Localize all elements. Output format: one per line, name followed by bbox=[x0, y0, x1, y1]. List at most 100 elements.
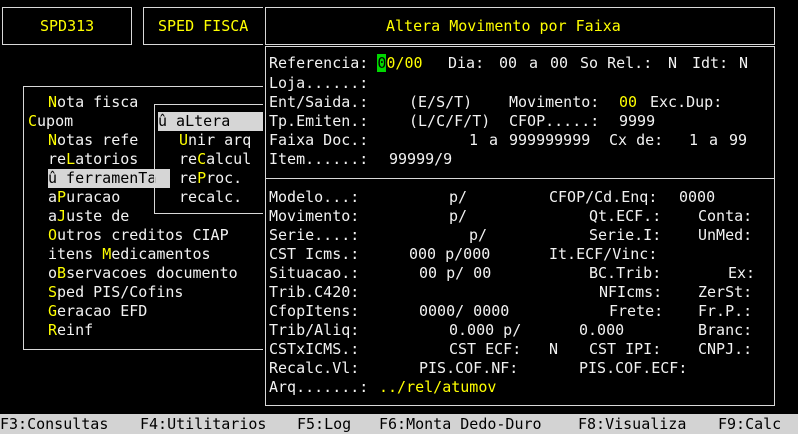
tools-submenu-item-2[interactable]: reCalcul bbox=[179, 150, 251, 169]
faixadoc-label: Faixa Doc.: bbox=[269, 131, 369, 149]
tribc420-label: Trib.C420: bbox=[269, 283, 360, 301]
main-menu-item-text: a bbox=[48, 188, 58, 206]
tools-submenu-item-3[interactable]: reProc. bbox=[179, 169, 242, 188]
dia-to-input[interactable]: 00 bbox=[550, 54, 568, 73]
main-menu-item-text: otas refe bbox=[57, 131, 139, 149]
entsaida-hint: (E/S/T) bbox=[409, 93, 473, 111]
main-menu-item-text: a bbox=[48, 207, 58, 225]
modelo-label: Modelo...: bbox=[269, 188, 360, 206]
tools-submenu-item-text: nir arq bbox=[188, 131, 252, 149]
tribaliq-input-1[interactable]: 0.000 p/ bbox=[449, 321, 521, 340]
idt-label: Idt: bbox=[692, 54, 729, 72]
csticms-label: CST Icms.: bbox=[269, 245, 360, 263]
tools-submenu-item-hotkey: C bbox=[197, 150, 207, 168]
main-menu-item-1[interactable]: Cupom bbox=[28, 112, 73, 131]
main-menu-item-text: edicamentos bbox=[111, 245, 211, 263]
recalcvl-label: Recalc.Vl: bbox=[269, 359, 360, 377]
conta-label: Conta: bbox=[698, 207, 753, 225]
main-menu-item-5[interactable]: aPuracao bbox=[48, 188, 120, 207]
fkey-f3[interactable]: F3:Consultas bbox=[0, 414, 108, 434]
main-menu-item-8[interactable]: itens Medicamentos bbox=[48, 245, 211, 264]
cfop-label: CFOP.....: bbox=[509, 112, 600, 130]
tpemiten-label: Tp.Emiten.: bbox=[269, 112, 369, 130]
main-menu-item-10[interactable]: Sped PIS/Cofins bbox=[48, 283, 183, 302]
situacao-input[interactable]: 00 p/ 00 bbox=[419, 264, 491, 283]
main-menu-item-hotkey: R bbox=[48, 321, 58, 339]
serie-label: Serie....: bbox=[269, 226, 360, 244]
arq-input[interactable]: ../rel/atumov bbox=[379, 378, 496, 397]
itecfvinc-label: It.ECF/Vinc: bbox=[549, 245, 658, 263]
cfop-input[interactable]: 9999 bbox=[619, 112, 655, 131]
sorel-input[interactable]: N bbox=[668, 54, 677, 73]
cstecf-input[interactable]: N bbox=[549, 340, 558, 359]
main-menu-item-hotkey: B bbox=[57, 264, 67, 282]
dialog-title: Altera Movimento por Faixa bbox=[386, 17, 621, 35]
piscofecf-label: PIS.COF.ECF: bbox=[579, 359, 688, 377]
program-code: SPD313 bbox=[40, 17, 95, 35]
dia-label: Dia: bbox=[448, 54, 485, 72]
faixadoc-a-label: a bbox=[489, 131, 499, 149]
referencia-input[interactable]: 0/00 bbox=[386, 54, 422, 72]
faixadoc-from-input[interactable]: 1 bbox=[469, 131, 478, 150]
frp-label: Fr.P.: bbox=[698, 302, 753, 320]
tribaliq-input-2[interactable]: 0.000 bbox=[579, 321, 624, 340]
movimento-input[interactable]: 00 bbox=[619, 93, 637, 112]
frete-label: Frete: bbox=[609, 302, 664, 320]
dia-a-label: a bbox=[529, 54, 539, 72]
main-menu-item-hotkey: N bbox=[48, 93, 58, 111]
cstxicms-label: CSTxICMS.: bbox=[269, 340, 360, 358]
fkey-f5[interactable]: F5:Log bbox=[297, 414, 351, 434]
fkey-f4[interactable]: F4:Utilitarios bbox=[140, 414, 266, 434]
main-menu-item-text: û ferramenTa bbox=[48, 169, 157, 187]
cx-to-input[interactable]: 99 bbox=[729, 131, 747, 150]
fkey-f8[interactable]: F8:Visualiza bbox=[578, 414, 686, 434]
cfopitens-input[interactable]: 0000/ 0000 bbox=[419, 302, 509, 321]
main-menu-item-hotkey: L bbox=[66, 150, 76, 168]
dia-from-input[interactable]: 00 bbox=[499, 54, 517, 73]
main-menu-item-text: ota fisca bbox=[57, 93, 139, 111]
faixadoc-to-input[interactable]: 999999999 bbox=[509, 131, 590, 150]
main-menu-item-hotkey: C bbox=[28, 112, 38, 130]
fkey-f9[interactable]: F9:Calc bbox=[718, 414, 781, 434]
main-menu-item-11[interactable]: Geracao EFD bbox=[48, 302, 147, 321]
movimento2-label: Movimento: bbox=[269, 207, 360, 225]
idt-input[interactable]: N bbox=[739, 54, 748, 73]
loja-label: Loja......: bbox=[269, 74, 369, 92]
main-menu-item-hotkey: J bbox=[57, 207, 67, 225]
unmed-label: UnMed: bbox=[698, 226, 753, 244]
main-menu-item-hotkey: O bbox=[48, 226, 58, 244]
movimento2-value[interactable]: p/ bbox=[449, 207, 467, 226]
system-title: SPED FISCA bbox=[158, 17, 249, 35]
cfopcdenq-label: CFOP/Cd.Enq: bbox=[549, 188, 658, 206]
tools-submenu-item-0[interactable]: û aLtera bbox=[158, 112, 264, 131]
item-label: Item......: bbox=[269, 150, 369, 168]
csticms-input[interactable]: 000 p/000 bbox=[409, 245, 490, 264]
main-menu-item-3[interactable]: reLatorios bbox=[48, 150, 138, 169]
cx-from-input[interactable]: 1 bbox=[689, 131, 698, 150]
modelo-value[interactable]: p/ bbox=[449, 188, 467, 207]
tools-submenu-item-1[interactable]: Unir arq bbox=[179, 131, 251, 150]
excdup-label: Exc.Dup: bbox=[650, 93, 723, 111]
ex-label: Ex: bbox=[728, 264, 756, 282]
main-menu-item-text: uracao bbox=[66, 188, 121, 206]
main-menu-item-9[interactable]: oBservacoes documento bbox=[48, 264, 238, 283]
cnpj-label: CNPJ.: bbox=[698, 340, 753, 358]
tools-submenu-item-text: roc. bbox=[206, 169, 243, 187]
main-menu-item-2[interactable]: Notas refe bbox=[48, 131, 138, 150]
main-menu-item-7[interactable]: Outros creditos CIAP bbox=[48, 226, 229, 245]
serie-value[interactable]: p/ bbox=[469, 226, 487, 245]
tools-submenu-item-4[interactable]: recalc. bbox=[179, 188, 242, 207]
main-menu-item-12[interactable]: Reinf bbox=[48, 321, 93, 340]
main-menu-item-4[interactable]: û ferramenTa bbox=[48, 169, 170, 188]
nficms-label: NFIcms: bbox=[599, 283, 663, 301]
tools-submenu-item-text: û aLtera bbox=[158, 112, 231, 130]
cxde-label: Cx de: bbox=[609, 131, 664, 149]
main-menu-item-0[interactable]: Nota fisca bbox=[48, 93, 138, 112]
main-menu-item-6[interactable]: aJuste de bbox=[48, 207, 129, 226]
cfopcdenq-input[interactable]: 0000 bbox=[679, 188, 715, 207]
main-menu-item-text: eracao EFD bbox=[57, 302, 148, 320]
entsaida-label: Ent/Saida.: bbox=[269, 93, 369, 111]
item-input[interactable]: 99999/9 bbox=[389, 150, 452, 169]
movimento-label: Movimento: bbox=[509, 93, 600, 111]
fkey-f6[interactable]: F6:Monta Dedo-Duro bbox=[379, 414, 542, 434]
